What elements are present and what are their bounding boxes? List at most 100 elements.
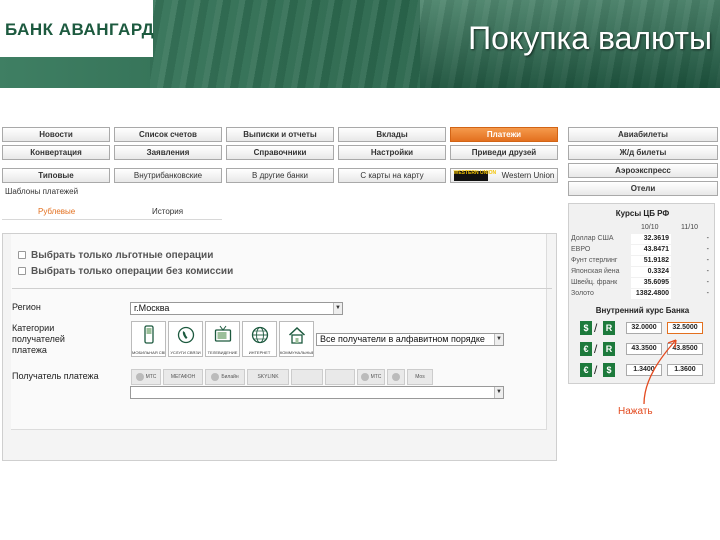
region-label: Регион — [12, 302, 41, 312]
globe-icon — [251, 326, 269, 344]
category-mobile[interactable]: МОБИЛЬНАЯ СВЯЗЬ — [131, 321, 166, 357]
category-internet[interactable]: ИНТЕРНЕТ — [242, 321, 277, 357]
category-internet-caption: ИНТЕРНЕТ — [248, 350, 271, 355]
tab-underline — [2, 219, 222, 220]
tab-other-banks[interactable]: В другие банки — [226, 168, 334, 183]
tv-icon — [214, 325, 232, 342]
nav-payments[interactable]: Платежи — [450, 127, 558, 142]
mts-egg-icon — [135, 372, 144, 381]
category-tv-caption: ТЕЛЕВИДЕНИЕ — [207, 350, 238, 355]
rate-row: Швейц. франк 35.6095 - — [571, 278, 712, 288]
rate-name: Доллар США — [571, 235, 614, 242]
category-select[interactable]: Все получатели в алфавитном порядке ▼ — [316, 333, 504, 346]
no-commission-checkbox[interactable] — [18, 267, 26, 276]
chevron-down-icon: ▼ — [494, 387, 503, 398]
rate-name: Японская йена — [571, 268, 620, 275]
recipient-4[interactable] — [291, 369, 323, 385]
nav-invite-friends[interactable]: Приведи друзей — [450, 145, 558, 160]
rate-value-2: - — [706, 279, 709, 286]
payment-templates-link[interactable]: Шаблоны платежей — [5, 187, 78, 196]
recipient-mos-label: Mos — [415, 374, 425, 380]
inner-rate-title: Внутренний курс Банка — [595, 306, 690, 315]
tab-intrabank[interactable]: Внутрибанковские — [114, 168, 222, 183]
recipient-beeline[interactable]: Билайн — [205, 369, 245, 385]
chevron-down-icon: ▼ — [494, 334, 503, 345]
nav-references[interactable]: Справочники — [226, 145, 334, 160]
western-union-label: Western Union — [501, 171, 555, 180]
tab-card-to-card[interactable]: С карты на карту — [338, 168, 446, 183]
dollar-icon: $ — [580, 321, 592, 335]
region-value: г.Москва — [134, 303, 170, 313]
western-union-logo: WESTERN UNION — [453, 170, 496, 181]
rate-row: Золото 1382.4800 - — [571, 289, 712, 299]
nav-applications[interactable]: Заявления — [114, 145, 222, 160]
recipient-megafon-label: МЕГАФОН — [170, 374, 196, 380]
region-select[interactable]: г.Москва ▼ — [130, 302, 343, 315]
nav-statements[interactable]: Выписки и отчеты — [226, 127, 334, 142]
recipient-beeline-label: Билайн — [221, 374, 239, 380]
rate-value-1: 0.3324 — [631, 267, 671, 277]
rate-value-1: 43.8471 — [631, 245, 671, 255]
nav-news[interactable]: Новости — [2, 127, 110, 142]
recipient-mts-2[interactable]: МТС — [357, 369, 385, 385]
recipient-megafon[interactable]: МЕГАФОН — [163, 369, 203, 385]
preferential-checkbox[interactable] — [18, 251, 26, 260]
recipient-skylink[interactable]: SKYLINK — [247, 369, 289, 385]
recipient-mts-label: МТС — [145, 374, 157, 380]
recipient-5[interactable] — [325, 369, 355, 385]
recipient-select[interactable]: ▼ — [130, 386, 504, 399]
no-commission-filter[interactable]: Выбрать только операции без комиссии — [18, 266, 233, 277]
slash: / — [594, 342, 598, 356]
recipient-mts[interactable]: МТС — [131, 369, 161, 385]
click-hint: Нажать — [618, 406, 653, 417]
euro-icon: € — [580, 342, 592, 356]
rates-date-2: 11/10 — [681, 224, 698, 231]
menu-aeroexpress[interactable]: Аэроэкспресс — [568, 163, 718, 178]
menu-flights[interactable]: Авиабилеты — [568, 127, 718, 142]
recipient-7[interactable] — [387, 369, 405, 385]
dollar-icon: $ — [603, 363, 615, 377]
tab-western-union[interactable]: WESTERN UNION Western Union — [450, 168, 558, 183]
menu-trains[interactable]: Ж/д билеты — [568, 145, 718, 160]
preferential-label: Выбрать только льготные операции — [31, 250, 214, 261]
ruble-icon: R — [603, 321, 615, 335]
nav-accounts[interactable]: Список счетов — [114, 127, 222, 142]
dots-icon — [392, 372, 400, 381]
rate-row: ЕВРО 43.8471 - — [571, 245, 712, 255]
no-commission-label: Выбрать только операции без комиссии — [31, 266, 234, 277]
page-title: Покупка валюты — [468, 20, 712, 56]
telephone-icon — [177, 326, 195, 344]
category-tv[interactable]: ТЕЛЕВИДЕНИЕ — [205, 321, 240, 357]
slash: / — [594, 321, 598, 335]
recipient-mos[interactable]: Mos — [407, 369, 433, 385]
category-label: Категории получателей платежа — [12, 323, 65, 355]
rate-value-2: - — [706, 290, 709, 297]
rate-row: Доллар США 32.3619 - — [571, 234, 712, 244]
divider — [12, 288, 552, 289]
category-telecom-caption: УСЛУГИ СВЯЗИ — [170, 350, 201, 355]
house-icon — [288, 326, 306, 344]
tab-ruble[interactable]: Рублевые — [38, 207, 75, 216]
header-banner: БАНК АВАНГАРД Покупка валюты — [0, 0, 720, 88]
rate-name: Золото — [571, 290, 594, 297]
beeline-icon — [211, 372, 220, 381]
rate-value-2: - — [706, 268, 709, 275]
rate-row: Японская йена 0.3324 - — [571, 267, 712, 277]
tab-typical[interactable]: Типовые — [2, 168, 110, 183]
nav-deposits[interactable]: Вклады — [338, 127, 446, 142]
tab-history[interactable]: История — [152, 207, 183, 216]
nav-settings[interactable]: Настройки — [338, 145, 446, 160]
category-utilities[interactable]: КОММУНАЛЬНЫЕ УСЛУГИ — [279, 321, 314, 357]
nav-conversion[interactable]: Конвертация — [2, 145, 110, 160]
mts-egg-icon — [360, 372, 369, 381]
preferential-filter[interactable]: Выбрать только льготные операции — [18, 250, 213, 261]
euro-icon: € — [580, 363, 592, 377]
category-select-value: Все получатели в алфавитном порядке — [320, 334, 485, 344]
rate-name: Фунт стерлинг — [571, 257, 618, 264]
arrow-annotation — [643, 339, 677, 405]
mobile-phone-icon — [144, 325, 154, 344]
category-mobile-caption: МОБИЛЬНАЯ СВЯЗЬ — [132, 350, 165, 355]
menu-hotels[interactable]: Отели — [568, 181, 718, 196]
logo: БАНК АВАНГАРД — [0, 0, 154, 57]
category-telecom[interactable]: УСЛУГИ СВЯЗИ — [168, 321, 203, 357]
